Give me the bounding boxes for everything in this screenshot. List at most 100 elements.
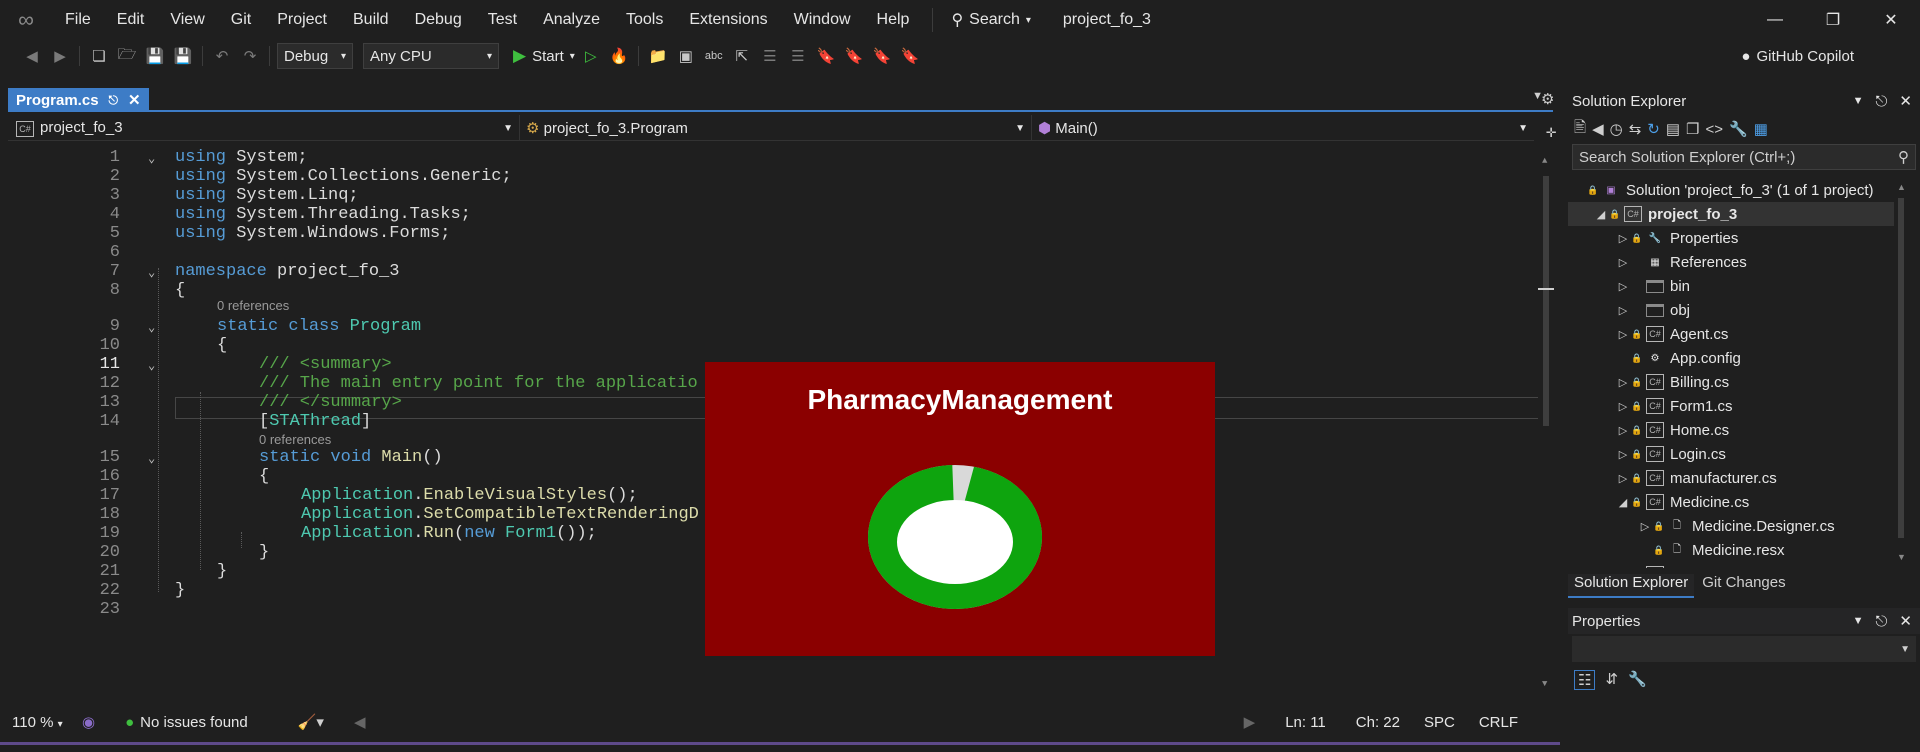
tree-item-bin[interactable]: ▷ bin <box>1568 274 1894 298</box>
scroll-right-icon[interactable]: ▶ <box>1244 713 1256 731</box>
expand-arrow-icon[interactable]: ▷ <box>1616 232 1630 245</box>
code-cleanup-icon[interactable]: 🧹▾ <box>298 713 324 731</box>
tree-item-login-cs[interactable]: ▷ 🔒 C# Login.cs <box>1568 442 1894 466</box>
code-view-icon[interactable]: <> <box>1706 121 1724 138</box>
column-indicator[interactable]: Ch: 22 <box>1356 714 1400 731</box>
code-line[interactable]: using System; <box>175 148 308 167</box>
expand-arrow-icon[interactable]: ◢ <box>1594 208 1608 221</box>
code-line[interactable]: using System.Collections.Generic; <box>175 167 512 186</box>
scroll-up-icon[interactable]: ▲ <box>1542 156 1550 166</box>
menu-test[interactable]: Test <box>475 0 530 40</box>
scrollbar-thumb[interactable] <box>1898 198 1904 538</box>
scroll-left-icon[interactable]: ◀ <box>354 713 366 731</box>
scroll-down-icon[interactable]: ▼ <box>1897 552 1906 562</box>
zoom-dropdown[interactable]: 110 % ▾ <box>12 714 82 731</box>
scroll-down-icon[interactable]: ▼ <box>1542 679 1547 689</box>
properties-object-dropdown[interactable]: ▼ <box>1572 636 1916 662</box>
menu-window[interactable]: Window <box>781 0 864 40</box>
menu-build[interactable]: Build <box>340 0 402 40</box>
show-all-files-icon[interactable]: ❐ <box>1686 120 1699 138</box>
navigate-forward-icon[interactable]: ▶ <box>48 44 72 68</box>
bookmark-icon[interactable]: 🔖 <box>814 44 838 68</box>
bookmark-clear-icon[interactable]: 🔖 <box>898 44 922 68</box>
git-icon[interactable]: ◉ <box>82 713 95 731</box>
line-ending-indicator[interactable]: CRLF <box>1479 714 1518 731</box>
code-line[interactable]: } <box>175 581 185 600</box>
close-icon[interactable]: ✕ <box>128 91 141 109</box>
fold-toggle-icon[interactable]: ⌄ <box>148 451 155 466</box>
refresh-icon[interactable]: ↻ <box>1647 120 1660 138</box>
code-line[interactable]: using System.Windows.Forms; <box>175 224 450 243</box>
bookmark-prev-icon[interactable]: 🔖 <box>842 44 866 68</box>
solution-search-input[interactable]: Search Solution Explorer (Ctrl+;) ⚲ <box>1572 144 1916 170</box>
code-line[interactable]: /// <summary> <box>259 355 392 374</box>
code-line[interactable]: static class Program <box>217 317 421 336</box>
panel-menu-icon[interactable]: ▼ <box>1853 615 1864 627</box>
expand-arrow-icon[interactable]: ▷ <box>1616 448 1630 461</box>
redo-icon[interactable]: ↷ <box>238 44 262 68</box>
tree-item-references[interactable]: ▷ ▦ References <box>1568 250 1894 274</box>
code-line[interactable]: using System.Threading.Tasks; <box>175 205 471 224</box>
fold-toggle-icon[interactable]: ⌄ <box>148 358 155 373</box>
close-icon[interactable]: ✕ <box>1899 612 1912 630</box>
hot-reload-icon[interactable]: 🔥 <box>607 44 631 68</box>
tab-program-cs[interactable]: Program.cs ⎋ ✕ <box>8 88 149 112</box>
expand-arrow-icon[interactable]: ▷ <box>1638 520 1652 533</box>
menu-edit[interactable]: Edit <box>104 0 158 40</box>
pin-icon[interactable]: ⎋ <box>1876 93 1888 110</box>
alphabetical-icon[interactable]: ⇵ <box>1605 670 1618 690</box>
menu-view[interactable]: View <box>157 0 217 40</box>
expand-arrow-icon[interactable]: ▷ <box>1616 472 1630 485</box>
select-icon[interactable]: ⇱ <box>730 44 754 68</box>
save-icon[interactable]: 💾 <box>143 44 167 68</box>
menu-git[interactable]: Git <box>218 0 264 40</box>
expand-arrow-icon[interactable]: ▷ <box>1616 304 1630 317</box>
menu-analyze[interactable]: Analyze <box>530 0 613 40</box>
menu-extensions[interactable]: Extensions <box>676 0 780 40</box>
properties-wrench-icon[interactable]: 🔧 <box>1729 120 1748 138</box>
codelens-references[interactable]: 0 references <box>217 298 289 313</box>
fold-toggle-icon[interactable]: ⌄ <box>148 320 155 335</box>
start-button[interactable]: ▶ Start ▾ <box>513 46 575 66</box>
spell-check-icon[interactable]: abc <box>702 44 726 68</box>
expand-arrow-icon[interactable]: ▷ <box>1616 376 1630 389</box>
fold-toggle-icon[interactable]: ⌄ <box>148 265 155 280</box>
tree-item-program-cs[interactable]: ▷🔒C#Program.cs <box>1568 562 1894 568</box>
fold-toggle-icon[interactable]: ⌄ <box>148 151 155 166</box>
new-project-icon[interactable]: ❏ <box>87 44 111 68</box>
platform-dropdown[interactable]: Any CPU ▾ <box>363 43 499 69</box>
open-file-icon[interactable]: 🗁 <box>115 44 139 68</box>
code-line[interactable]: /// The main entry point for the applica… <box>259 374 698 393</box>
bookmark-next-icon[interactable]: 🔖 <box>870 44 894 68</box>
tree-item-medicine-cs[interactable]: ◢ 🔒 C# Medicine.cs <box>1568 490 1894 514</box>
code-line[interactable]: using System.Linq; <box>175 186 359 205</box>
whitespace-indicator[interactable]: SPC <box>1424 714 1455 731</box>
switch-views-icon[interactable]: 🖹 <box>1574 117 1586 142</box>
expand-arrow-icon[interactable]: ▷ <box>1616 568 1630 569</box>
tree-scrollbar[interactable]: ▲ ▼ <box>1894 182 1908 568</box>
tree-solution[interactable]: 🔒 ▣ Solution 'project_fo_3' (1 of 1 projec… <box>1568 178 1894 202</box>
tree-item-medicine-resx[interactable]: 🔒 🗋 Medicine.resx <box>1568 538 1894 562</box>
tree-item-form1-cs[interactable]: ▷ 🔒 C# Form1.cs <box>1568 394 1894 418</box>
tree-item-app-config[interactable]: 🔒 ⚙ App.config <box>1568 346 1894 370</box>
uncomment-icon[interactable]: ☰ <box>786 44 810 68</box>
code-line[interactable]: [STAThread] <box>259 412 371 431</box>
code-line[interactable]: Application.Run(new Form1()); <box>301 524 597 543</box>
history-icon[interactable]: ◷ <box>1610 120 1623 138</box>
code-line[interactable]: } <box>259 543 269 562</box>
editor-settings-gear-icon[interactable]: ⚙ <box>1541 90 1554 108</box>
editor-vertical-scrollbar[interactable]: ▲ ▼ <box>1538 156 1554 691</box>
code-line[interactable]: { <box>175 281 185 300</box>
tree-item-billing-cs[interactable]: ▷ 🔒 C# Billing.cs <box>1568 370 1894 394</box>
class-dropdown[interactable]: ⚙ project_fo_3.Program ▼ <box>520 115 1032 141</box>
split-window-icon[interactable]: ✛ <box>1546 122 1556 143</box>
scrollbar-thumb[interactable] <box>1543 176 1549 426</box>
tree-item-home-cs[interactable]: ▷ 🔒 C# Home.cs <box>1568 418 1894 442</box>
categorized-icon[interactable]: ☷ <box>1574 670 1596 690</box>
code-line[interactable]: namespace project_fo_3 <box>175 262 399 281</box>
save-all-icon[interactable]: 💾 <box>171 44 195 68</box>
menu-file[interactable]: File <box>52 0 104 40</box>
member-dropdown[interactable]: ⬢ Main() ▼ <box>1032 115 1534 141</box>
property-pages-icon[interactable]: 🔧 <box>1628 670 1647 690</box>
expand-arrow-icon[interactable]: ◢ <box>1616 496 1630 509</box>
